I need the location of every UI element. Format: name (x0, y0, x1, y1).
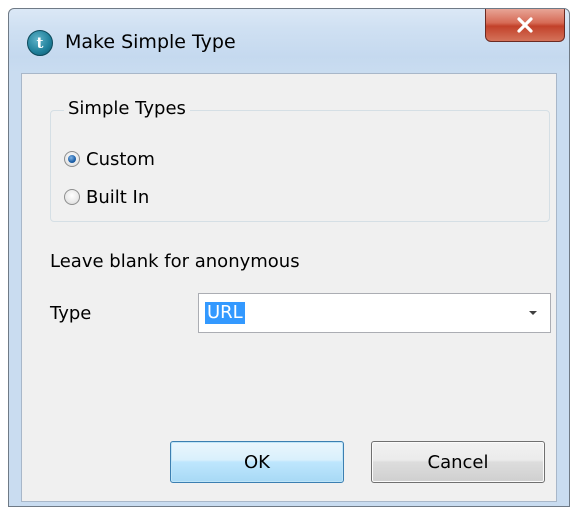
dialog-window: t Make Simple Type Simple Types Custom B… (8, 8, 570, 507)
type-input[interactable]: URL (205, 302, 245, 324)
window-title: Make Simple Type (65, 31, 236, 53)
close-icon (517, 16, 533, 33)
type-combobox[interactable]: URL (198, 293, 551, 333)
group-legend: Simple Types (64, 98, 190, 120)
radio-custom-indicator[interactable] (64, 151, 80, 167)
radio-built-in-label: Built In (86, 186, 150, 208)
dialog-body: Simple Types Custom Built In Leave blank… (21, 73, 557, 502)
dropdown-arrow-icon[interactable] (516, 294, 550, 332)
radio-custom-label: Custom (86, 148, 155, 170)
type-label: Type (50, 303, 92, 324)
simple-types-group: Simple Types Custom Built In (50, 98, 550, 222)
title-bar[interactable]: t Make Simple Type (9, 9, 569, 73)
cancel-button[interactable]: Cancel (371, 441, 545, 483)
anonymous-hint: Leave blank for anonymous (50, 251, 300, 272)
close-button[interactable] (485, 9, 565, 42)
radio-built-in-indicator[interactable] (64, 189, 80, 205)
app-logo-icon: t (27, 30, 53, 56)
app-logo-glyph: t (36, 34, 44, 52)
radio-custom[interactable]: Custom (64, 146, 155, 172)
radio-built-in[interactable]: Built In (64, 184, 149, 210)
ok-button[interactable]: OK (170, 441, 344, 483)
